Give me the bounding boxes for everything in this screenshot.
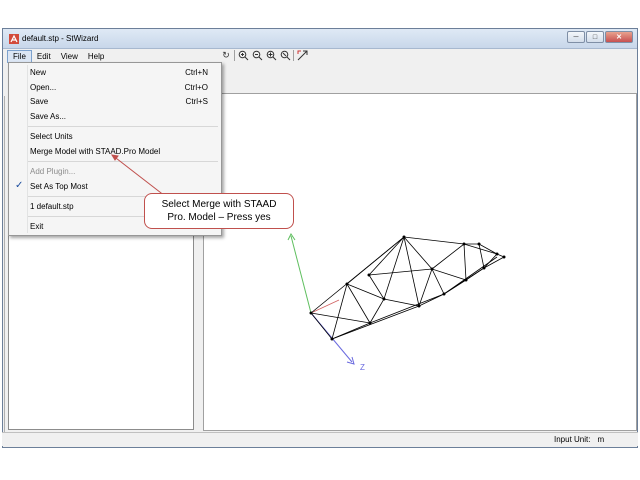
menu-file[interactable]: File [7, 49, 32, 63]
callout-line-1: Select Merge with STAAD [161, 199, 277, 210]
menu-item-set-top-most[interactable]: ✓ Set As Top Most [9, 180, 221, 193]
menu-item-open[interactable]: Open... Ctrl+O [9, 81, 221, 94]
z-axis-label: Z [360, 363, 365, 372]
menu-item-add-plugin: Add Plugin... [30, 167, 76, 176]
menu-separator [28, 126, 218, 127]
menu-help[interactable]: Help [83, 51, 109, 62]
zoom-window-icon[interactable] [265, 49, 277, 61]
maximize-button[interactable]: □ [586, 31, 604, 43]
zoom-out-icon[interactable] [251, 49, 263, 61]
rotate-icon[interactable]: ↻ [220, 49, 232, 61]
toolbar-separator [293, 49, 294, 61]
close-button[interactable]: ✕ [605, 31, 633, 43]
input-unit-label: Input Unit: [554, 435, 591, 444]
model-canvas: Z [287, 233, 506, 372]
y-axis [290, 235, 312, 314]
app-logo-icon [9, 34, 19, 44]
menu-view[interactable]: View [56, 51, 83, 62]
menu-edit[interactable]: Edit [32, 51, 56, 62]
title-bar: default.stp - StWizard ─ □ ✕ [3, 29, 637, 49]
status-bar: Input Unit: m [2, 432, 638, 446]
window-title: default.stp - StWizard [22, 34, 99, 43]
menu-item-select-units[interactable]: Select Units [9, 130, 221, 143]
model-tree-panel[interactable] [8, 234, 194, 430]
menu-item-save-as[interactable]: Save As... [9, 110, 221, 123]
truss-model [310, 236, 505, 340]
menu-separator [28, 161, 218, 162]
menu-item-save[interactable]: Save Ctrl+S [9, 95, 221, 108]
instruction-callout: Select Merge with STAAD Pro. Model – Pre… [144, 193, 294, 229]
menu-bar: File Edit View Help [3, 49, 637, 63]
checkmark-icon: ✓ [15, 180, 24, 191]
zoom-in-icon[interactable] [237, 49, 249, 61]
menu-item-merge-model[interactable]: Merge Model with STAAD.Pro Model [9, 145, 221, 158]
minimize-button[interactable]: ─ [567, 31, 585, 43]
pan-icon[interactable] [296, 49, 308, 61]
callout-line-2: Pro. Model – Press yes [167, 212, 271, 223]
toolbar-separator [234, 49, 235, 61]
menu-item-new[interactable]: New Ctrl+N [9, 66, 221, 79]
zoom-fit-icon[interactable] [279, 49, 291, 61]
input-unit-value: m [597, 435, 605, 444]
model-viewport[interactable]: Z [203, 93, 637, 431]
view-toolbar: ↻ [220, 48, 320, 62]
